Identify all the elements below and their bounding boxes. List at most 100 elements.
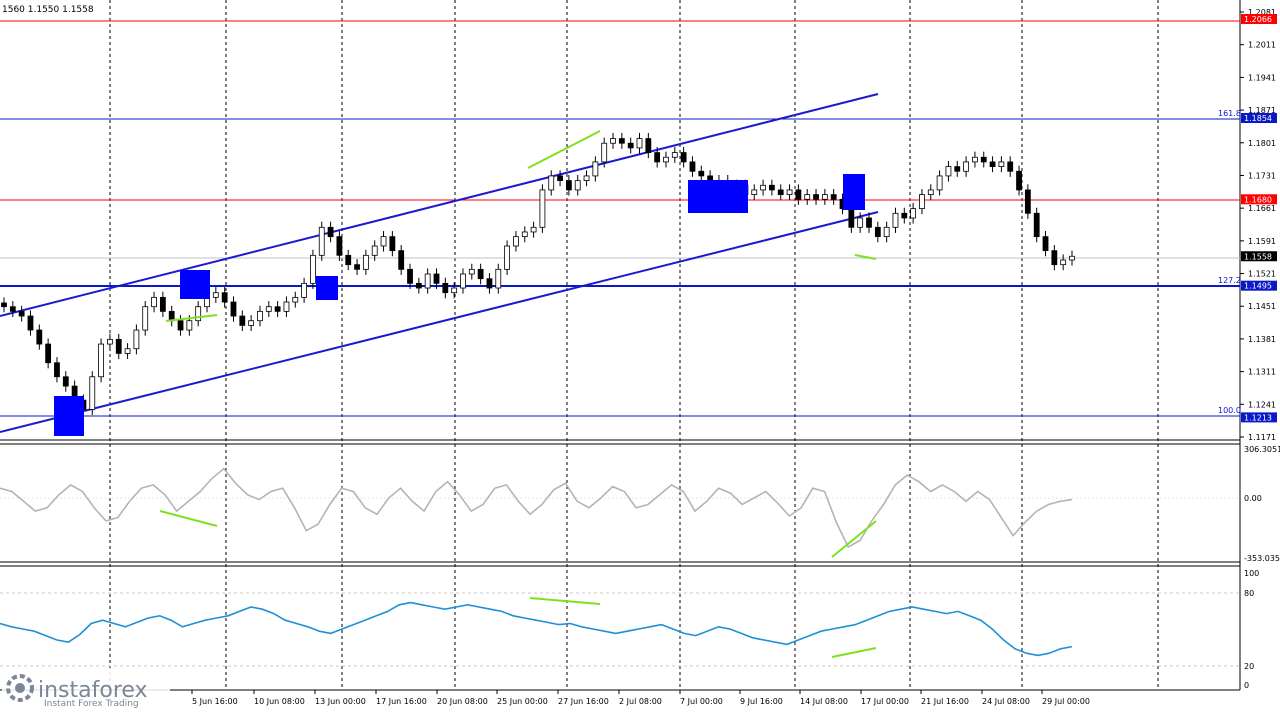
signal-box-3[interactable]: [316, 276, 338, 300]
rsi-axis-20: 20: [1244, 662, 1254, 671]
candle-body: [557, 175, 563, 181]
signal-box-5[interactable]: [843, 174, 865, 210]
candle-body: [663, 156, 669, 163]
time-label: 14 Jul 08:00: [800, 697, 848, 706]
candle-body: [601, 142, 608, 163]
logo-tagline: Instant Forex Trading: [44, 699, 139, 709]
candle-body: [804, 194, 811, 200]
candle-body: [495, 268, 502, 289]
candle-body: [548, 175, 555, 191]
candle-body: [936, 175, 943, 191]
time-label: 21 Jul 16:00: [921, 697, 969, 706]
candle-body: [45, 343, 52, 364]
candle-body: [769, 184, 775, 191]
candle-body: [389, 236, 396, 252]
candle-body: [89, 376, 96, 410]
candle-body: [212, 292, 219, 298]
candle-body: [398, 250, 405, 270]
time-label: 25 Jun 00:00: [497, 697, 548, 706]
time-label: 27 Jun 16:00: [558, 697, 609, 706]
candle-body: [980, 156, 987, 163]
candle-body: [1016, 170, 1022, 191]
candle-body: [751, 189, 758, 196]
price-tag-label: 1.1213: [1244, 413, 1272, 422]
chart-svg[interactable]: 1560 1.1550 1.1558 1.20811.20111.19411.1…: [0, 0, 1280, 711]
price-tick-label: 1.1521: [1248, 270, 1276, 279]
candle-body: [627, 142, 634, 149]
cci-axis-bottom: -353.0356: [1244, 554, 1280, 563]
candle-body: [795, 189, 802, 200]
candle-body: [345, 254, 352, 266]
candle-body: [460, 273, 466, 289]
candle-body: [407, 268, 413, 284]
signal-box-1[interactable]: [54, 396, 84, 436]
signal-box-4[interactable]: [688, 180, 748, 213]
candle-body: [866, 217, 872, 228]
instaforex-logo: instaforex Instant Forex Trading: [2, 668, 170, 709]
chart-window[interactable]: 1560 1.1550 1.1558 1.2081 1.2011 1.1941 1.1…: [0, 0, 1280, 711]
candle-body: [433, 273, 440, 284]
candle-body: [62, 376, 69, 387]
candle-body: [424, 273, 431, 289]
candle-body: [142, 306, 149, 331]
candle-body: [27, 315, 34, 331]
candle-body: [1060, 259, 1067, 266]
candle-body: [248, 320, 255, 326]
candle-body: [221, 292, 228, 303]
price-tick-label: 1.1171: [1248, 433, 1276, 442]
candle-body: [336, 236, 343, 256]
ohlc-readout: 1560 1.1550 1.1558: [2, 5, 94, 15]
time-label: 10 Jun 08:00: [254, 697, 305, 706]
rsi-axis-0: 0: [1244, 681, 1249, 690]
price-tag-label: 1.1680: [1244, 195, 1272, 204]
candle-body: [486, 278, 493, 289]
rsi-axis-100: 100: [1244, 569, 1259, 578]
candle-body: [927, 189, 934, 196]
candle-body: [1024, 189, 1031, 214]
price-tick-label: 1.1801: [1248, 139, 1276, 148]
candle-body: [9, 306, 16, 312]
candle-body: [1042, 236, 1049, 252]
candle-body: [292, 296, 299, 303]
candle-body: [777, 189, 784, 196]
candle-body: [919, 194, 925, 210]
candle-body: [1033, 212, 1040, 238]
candle-body: [318, 226, 325, 256]
price-tick-label: 1.1661: [1248, 204, 1276, 213]
candle-body: [265, 306, 272, 312]
candle-body: [274, 306, 281, 312]
candle-body: [133, 329, 140, 350]
candle-body: [195, 306, 202, 322]
candle-body: [786, 189, 793, 196]
candle-body: [521, 231, 528, 238]
candle-body: [892, 212, 899, 228]
candle-body: [592, 161, 599, 177]
fib-label-127-2: 127.2: [1218, 276, 1241, 285]
candle-body: [830, 194, 837, 200]
price-tick-label: 1.1451: [1248, 302, 1276, 311]
candle-body: [1, 302, 7, 308]
candle-body: [362, 254, 369, 270]
candle-body: [530, 226, 537, 233]
candle-body: [565, 180, 572, 191]
candle-body: [998, 161, 1005, 167]
candle-body: [574, 180, 581, 191]
price-tick-label: 1.2011: [1248, 41, 1276, 50]
signal-box-2[interactable]: [180, 270, 210, 299]
candle-body: [910, 208, 917, 219]
candle-body: [186, 320, 193, 331]
candle-body: [36, 329, 43, 345]
candle-body: [18, 310, 25, 317]
candle-body: [354, 264, 360, 270]
candle-body: [954, 166, 961, 172]
time-label: 13 Jun 00:00: [315, 697, 366, 706]
time-label: 17 Jul 00:00: [861, 697, 909, 706]
rsi-axis-80: 80: [1244, 589, 1254, 598]
price-tag-label: 1.1558: [1244, 252, 1272, 261]
time-label: 20 Jun 08:00: [437, 697, 488, 706]
candle-body: [901, 212, 908, 219]
price-tick-label: 1.1241: [1248, 400, 1276, 409]
candle-body: [821, 194, 828, 200]
candle-body: [583, 175, 590, 181]
time-label: 7 Jul 00:00: [680, 697, 723, 706]
